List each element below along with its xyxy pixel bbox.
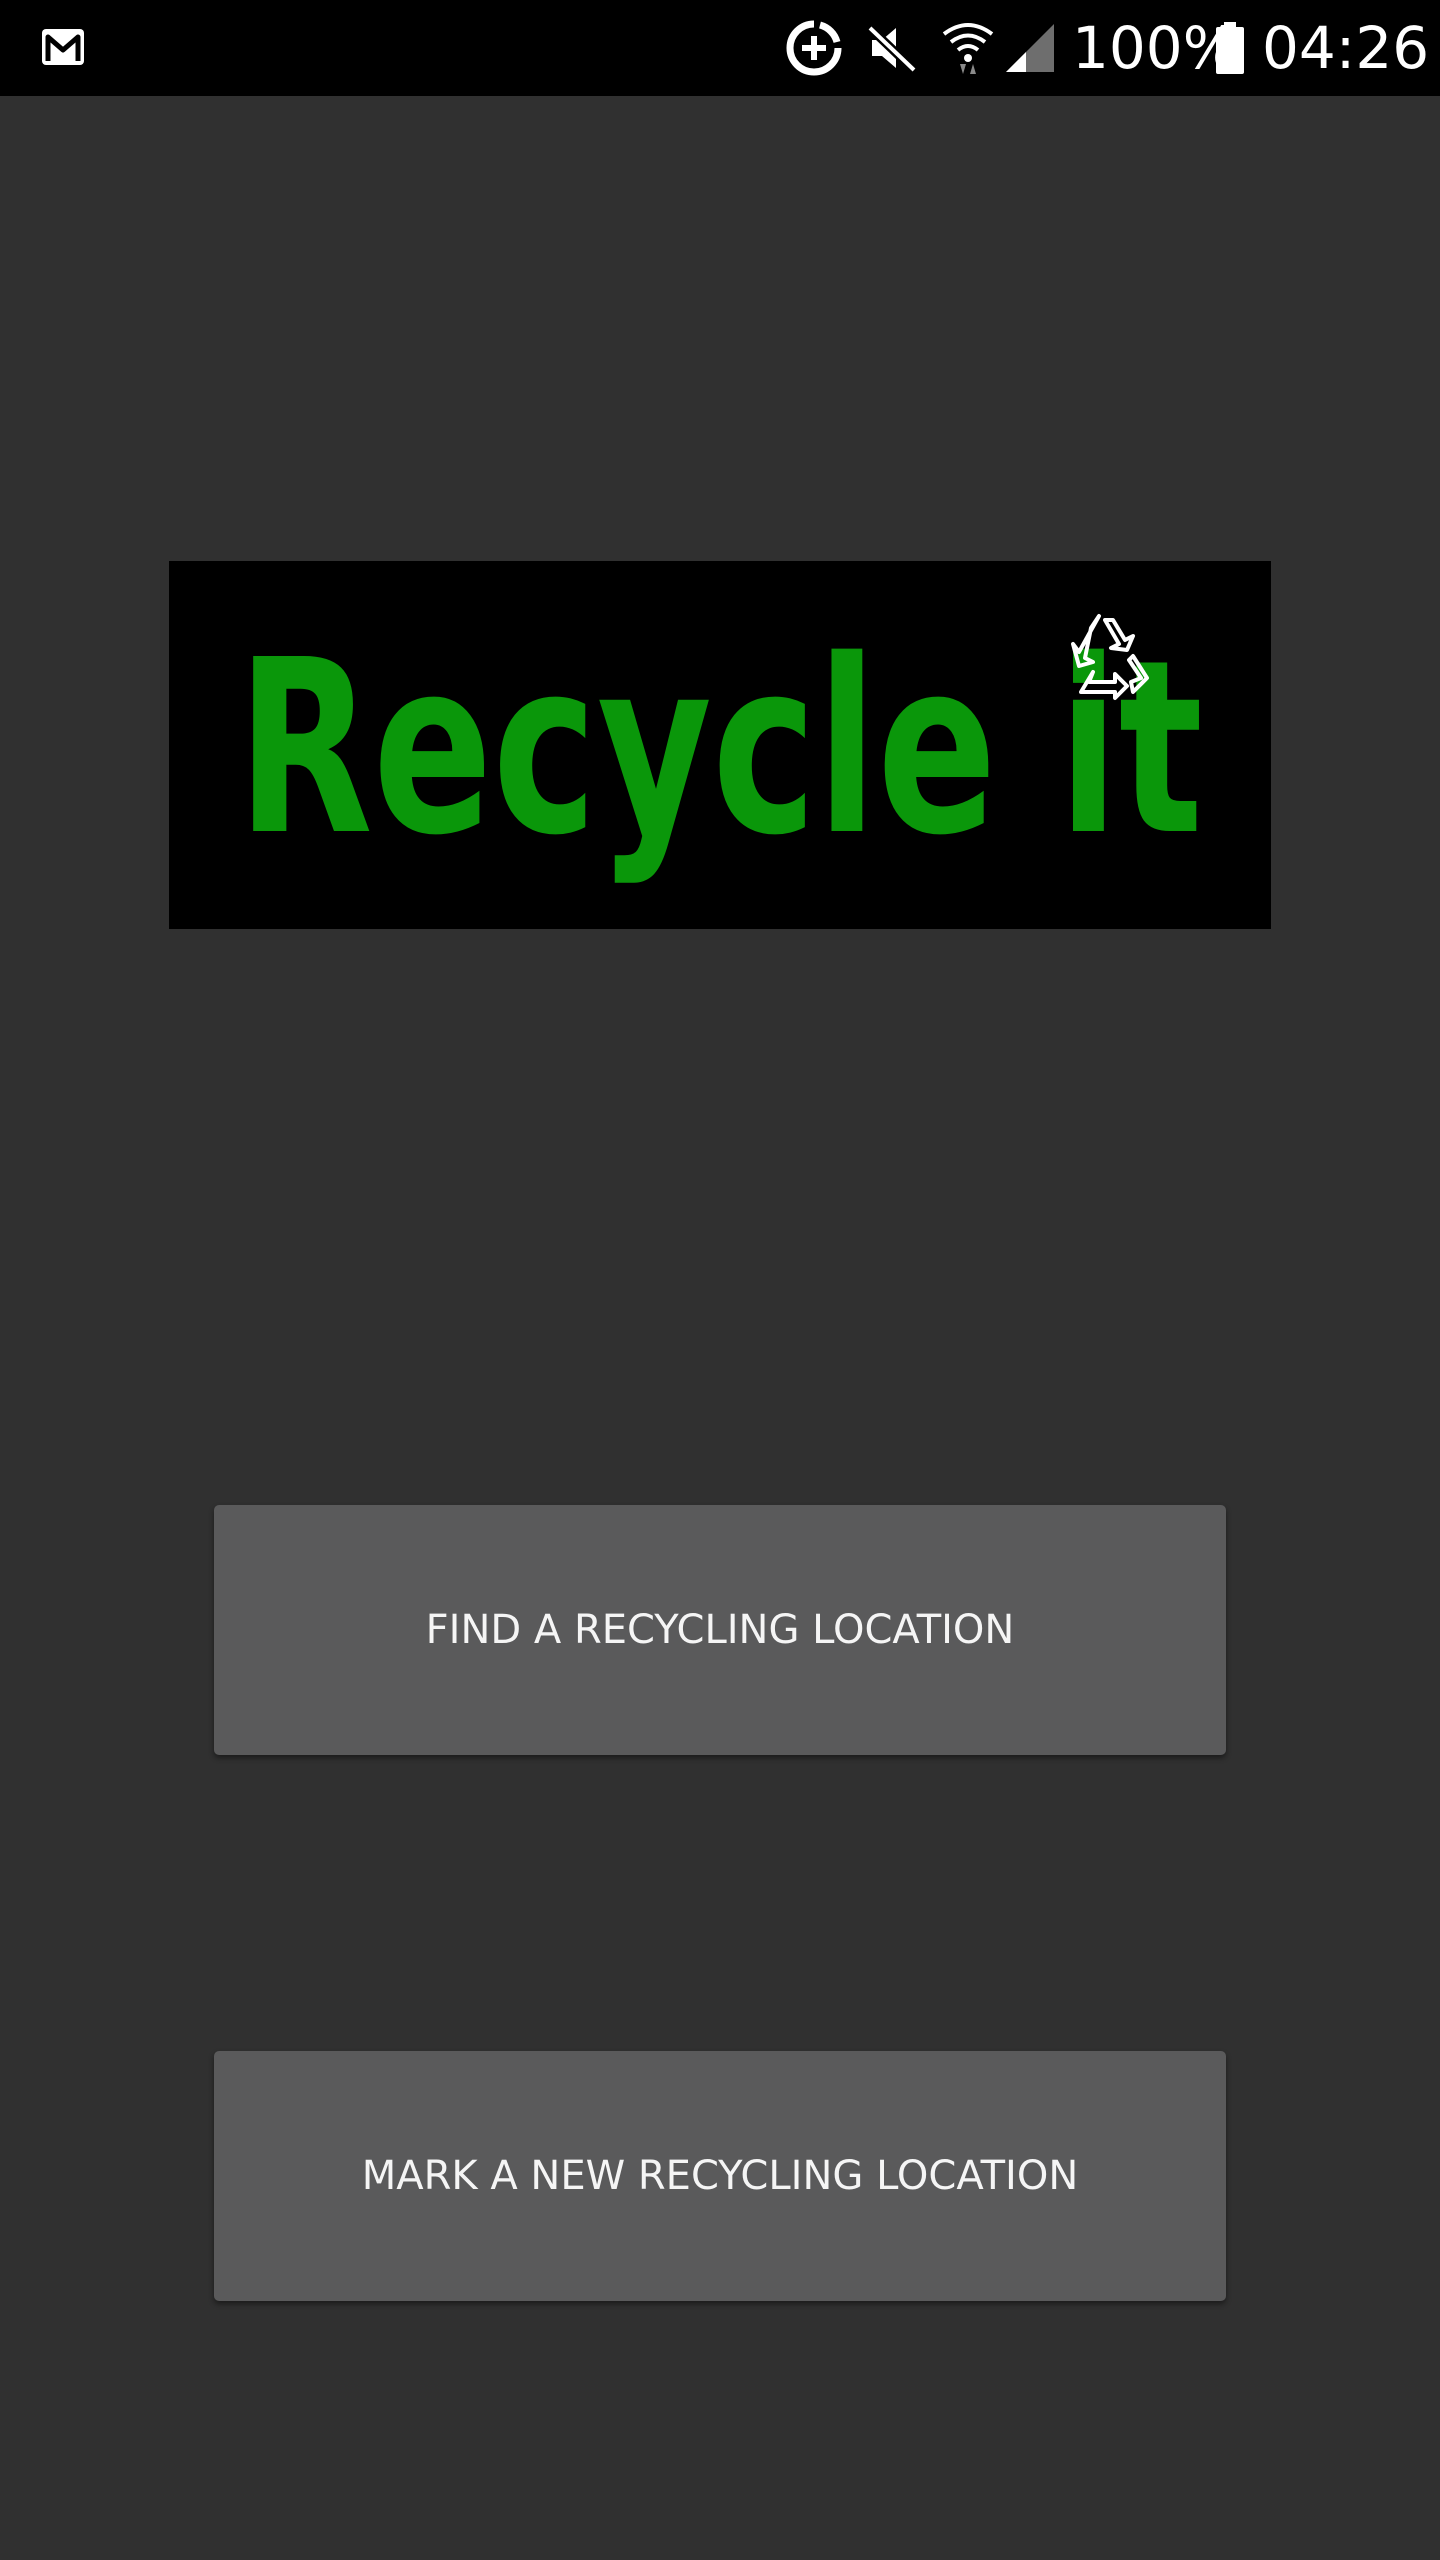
mark-location-button[interactable]: MARK A NEW RECYCLING LOCATION: [214, 2051, 1226, 2301]
battery-percent: 100%: [1072, 14, 1238, 82]
cell-signal-icon: [1004, 22, 1056, 79]
gmail-icon: [40, 26, 86, 73]
data-saver-icon: [784, 18, 844, 83]
clock: 04:26: [1262, 14, 1430, 82]
wifi-icon: [940, 18, 996, 83]
find-location-button[interactable]: FIND A RECYCLING LOCATION: [214, 1505, 1226, 1755]
logo-text: Recycle it: [237, 608, 1203, 888]
battery-icon: [1214, 22, 1246, 79]
status-bar: 100% 04:26: [0, 0, 1440, 96]
mute-icon: [866, 22, 920, 79]
app-logo: Recycle it: [169, 561, 1271, 929]
